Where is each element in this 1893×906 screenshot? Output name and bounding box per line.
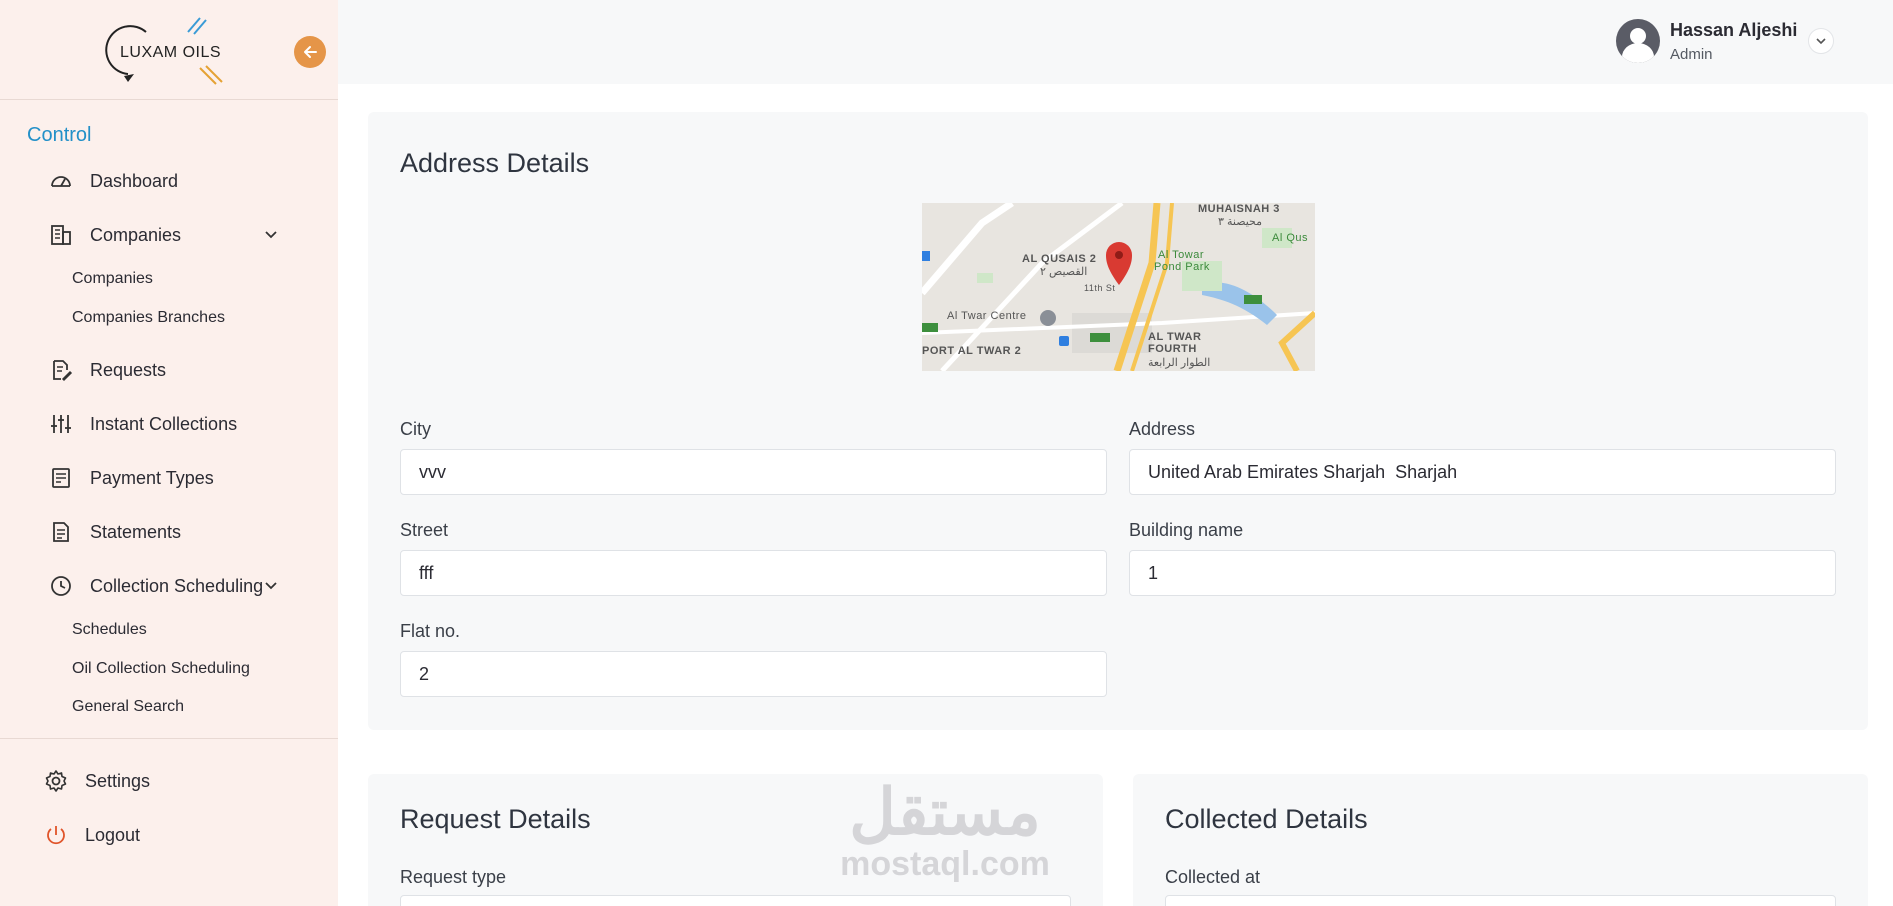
sidebar-subitem-companies-branches[interactable]: Companies Branches	[72, 309, 225, 327]
sidebar-item-label: Collection Scheduling	[90, 575, 264, 596]
location-map[interactable]: MUHAISNAH 3 محيصنة ٣ AL QUSAIS 2 القصيص …	[922, 203, 1315, 371]
flat-no-label: Flat no.	[400, 621, 461, 641]
sidebar-item-label: Requests	[90, 359, 167, 380]
sidebar-item-label: Payment Types	[90, 467, 214, 488]
sidebar-item-dashboard[interactable]: Dashboard	[48, 163, 298, 199]
sidebar-item-payment-types[interactable]: Payment Types	[48, 460, 298, 496]
sidebar-subitem-companies[interactable]: Companies	[72, 270, 153, 288]
logo-area: LUXAM OILS	[0, 0, 338, 100]
power-icon	[43, 822, 69, 848]
sidebar-item-requests[interactable]: Requests	[48, 352, 298, 388]
street-label: Street	[400, 520, 449, 540]
building-icon	[48, 222, 74, 248]
sidebar-item-label: Instant Collections	[90, 413, 238, 434]
address-details-title: Address Details	[400, 148, 590, 178]
request-type-field[interactable]	[400, 895, 1071, 906]
map-label: القصيص ٢	[1040, 266, 1088, 278]
user-role: Admin	[1670, 46, 1713, 63]
sidebar-item-label: Logout	[85, 824, 141, 845]
user-menu-button[interactable]	[1808, 28, 1834, 54]
map-label: Al Twar Centre	[947, 310, 1027, 322]
map-label: محيصنة ٣	[1218, 216, 1263, 228]
logo-text: LUXAM OILS	[120, 44, 222, 61]
sidebar-item-label: Companies	[90, 224, 182, 245]
sidebar-item-statements[interactable]: Statements	[48, 514, 298, 550]
dashboard-icon	[48, 168, 74, 194]
request-type-label: Request type	[400, 867, 507, 887]
sidebar-item-label: Dashboard	[90, 170, 179, 191]
collapse-sidebar-button[interactable]	[294, 36, 326, 68]
sidebar-section-title: Control	[27, 124, 92, 146]
chevron-down-icon	[265, 582, 277, 590]
collected-at-label: Collected at	[1165, 867, 1261, 887]
map-label: AL TWAR	[1148, 331, 1202, 343]
map-label: الطوار الرابعة	[1148, 357, 1211, 369]
chevron-down-icon	[1816, 38, 1826, 45]
building-name-label: Building name	[1129, 520, 1244, 540]
watermark-latin: mostaql.com	[840, 845, 1050, 883]
sidebar-item-collection-scheduling[interactable]: Collection Scheduling	[48, 568, 298, 604]
map-label: Pond Park	[1154, 261, 1210, 273]
document-icon	[48, 519, 74, 545]
edit-document-icon	[48, 357, 74, 383]
map-label: 11th St	[1084, 283, 1116, 293]
sidebar-item-label: Statements	[90, 521, 182, 542]
map-label: PORT AL TWAR 2	[922, 345, 1022, 357]
sidebar-item-logout[interactable]: Logout	[43, 817, 293, 853]
brand-logo[interactable]: LUXAM OILS	[100, 16, 240, 88]
sidebar-subitem-general-search[interactable]: General Search	[72, 698, 184, 716]
sidebar-item-settings[interactable]: Settings	[43, 763, 293, 799]
map-label: AL QUSAIS 2	[1022, 253, 1097, 265]
sidebar-item-companies[interactable]: Companies	[48, 217, 298, 253]
arrow-left-icon	[304, 46, 317, 58]
sidebar-item-instant-collections[interactable]: Instant Collections	[48, 406, 298, 442]
watermark: مستقل mostaql.com	[830, 780, 1060, 884]
collected-at-field[interactable]	[1165, 895, 1836, 906]
user-icon	[1622, 28, 1654, 63]
street-field[interactable]	[400, 550, 1107, 596]
city-field[interactable]	[400, 449, 1107, 495]
flat-no-field[interactable]	[400, 651, 1107, 697]
clock-icon	[48, 573, 74, 599]
sidebar: LUXAM OILS Control Dashboard Companies C…	[0, 0, 338, 906]
collected-details-title: Collected Details	[1165, 804, 1368, 834]
chevron-down-icon	[265, 231, 277, 239]
map-label: Al Towar	[1158, 249, 1204, 261]
gear-icon	[43, 768, 69, 794]
sidebar-subitem-schedules[interactable]: Schedules	[72, 621, 147, 639]
building-name-field[interactable]	[1129, 550, 1836, 596]
watermark-arabic: مستقل	[849, 776, 1041, 848]
sidebar-item-label: Settings	[85, 770, 151, 791]
sliders-icon	[48, 411, 74, 437]
map-label: FOURTH	[1148, 343, 1197, 355]
sidebar-divider	[0, 738, 338, 739]
request-details-title: Request Details	[400, 804, 591, 834]
map-label: MUHAISNAH 3	[1198, 203, 1280, 215]
map-label: Al Qus	[1272, 232, 1309, 244]
payment-icon	[48, 465, 74, 491]
address-label: Address	[1129, 419, 1196, 439]
address-field[interactable]	[1129, 449, 1836, 495]
user-name[interactable]: Hassan Aljeshi	[1670, 20, 1797, 41]
sidebar-subitem-oil-collection-scheduling[interactable]: Oil Collection Scheduling	[72, 660, 250, 678]
user-avatar[interactable]	[1616, 19, 1660, 63]
city-label: City	[400, 419, 431, 439]
